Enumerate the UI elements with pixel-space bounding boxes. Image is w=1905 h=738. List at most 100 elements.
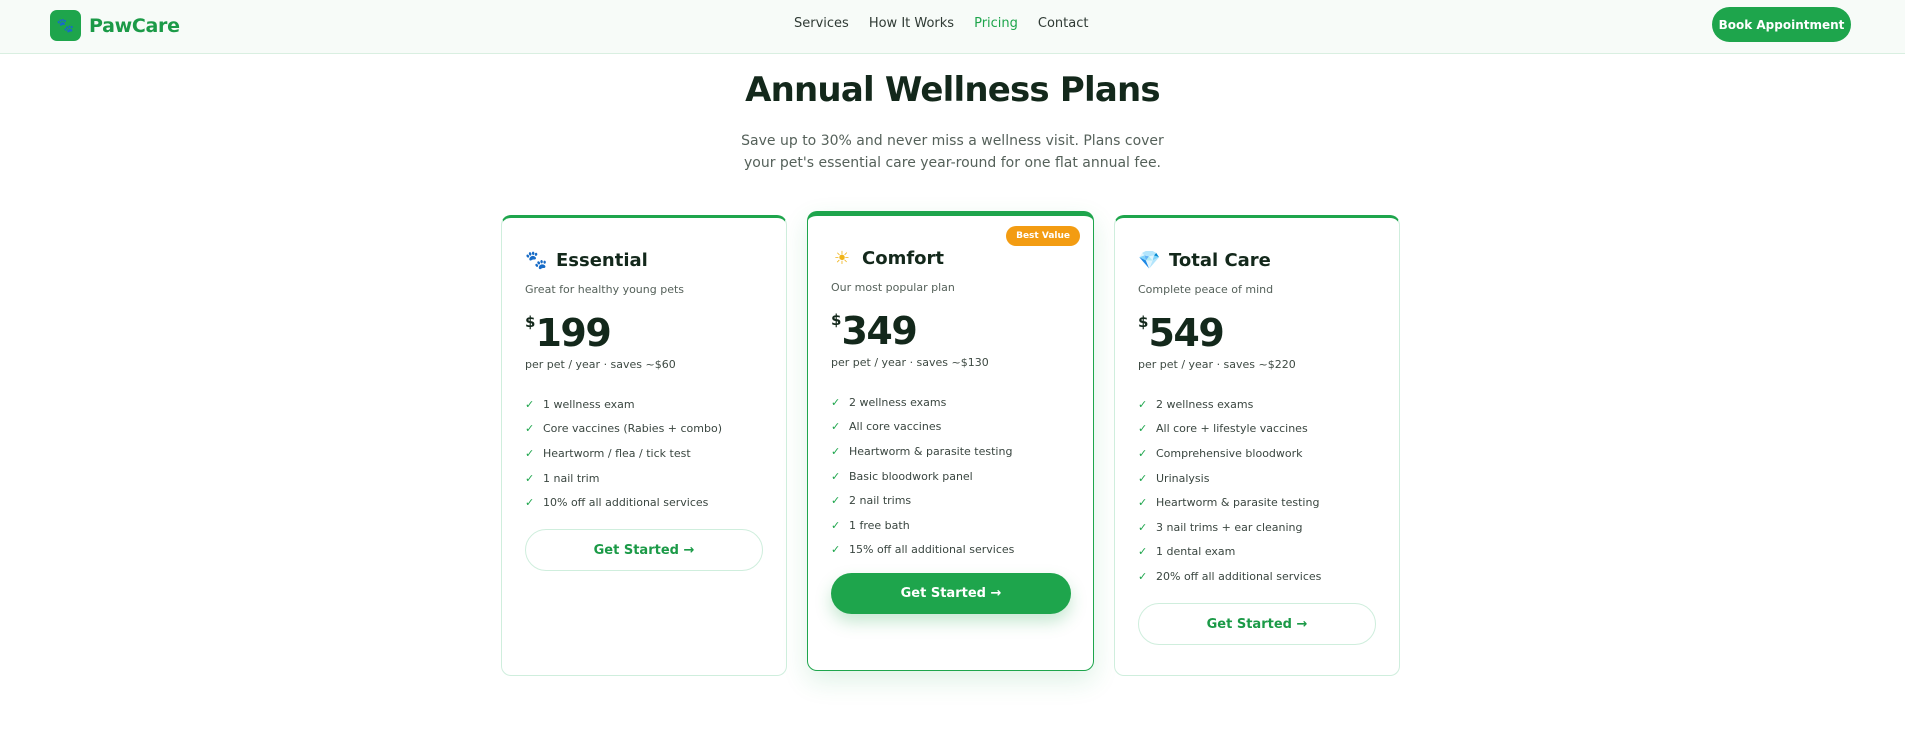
feature-item: ✓ Urinalysis xyxy=(1138,466,1321,491)
check-icon: ✓ xyxy=(831,395,841,409)
plan-header: ☀ Comfort xyxy=(831,248,944,269)
feature-item: ✓ Basic bloodwork panel xyxy=(831,464,1014,489)
plan-card-total-care: 💎 Total Care Complete peace of mind $ 54… xyxy=(1114,215,1400,676)
feature-text: All core vaccines xyxy=(849,420,942,434)
site-header: 🐾 PawCare Services How It Works Pricing … xyxy=(0,0,1905,54)
feature-item: ✓ 3 nail trims + ear cleaning xyxy=(1138,515,1321,540)
plan-tagline: Our most popular plan xyxy=(831,281,955,294)
nav-item-contact[interactable]: Contact xyxy=(1038,16,1089,31)
main-nav: Services How It Works Pricing Contact xyxy=(794,16,1108,31)
price-note: per pet / year · saves ~$130 xyxy=(831,356,989,369)
gem-icon: 💎 xyxy=(1138,250,1161,271)
feature-item: ✓ 2 wellness exams xyxy=(1138,392,1321,417)
feature-text: 2 wellness exams xyxy=(849,395,947,409)
check-icon: ✓ xyxy=(1138,471,1148,485)
feature-text: Heartworm / flea / tick test xyxy=(543,446,691,460)
feature-text: 1 dental exam xyxy=(1156,545,1236,559)
feature-list: ✓ 1 wellness exam ✓ Core vaccines (Rabies … xyxy=(525,392,722,515)
price-amount: 199 xyxy=(535,311,611,355)
feature-item: ✓ Comprehensive bloodwork xyxy=(1138,441,1321,466)
check-icon: ✓ xyxy=(525,496,535,510)
check-icon: ✓ xyxy=(525,422,535,436)
logo-text: PawCare xyxy=(89,14,180,37)
check-icon: ✓ xyxy=(831,444,841,458)
feature-text: All core + lifestyle vaccines xyxy=(1156,422,1308,436)
feature-text: 1 free bath xyxy=(849,518,910,532)
check-icon: ✓ xyxy=(831,494,841,508)
book-appointment-button[interactable]: Book Appointment xyxy=(1712,7,1851,42)
feature-list: ✓ 2 wellness exams ✓ All core + lifestyle … xyxy=(1138,392,1321,589)
feature-text: Comprehensive bloodwork xyxy=(1156,446,1303,460)
page-subtitle: Save up to 30% and never miss a wellness… xyxy=(741,133,1164,171)
plan-name: Essential xyxy=(556,250,648,271)
feature-text: Heartworm & parasite testing xyxy=(1156,496,1320,510)
feature-text: Heartworm & parasite testing xyxy=(849,444,1013,458)
get-started-button-total-care[interactable]: Get Started → xyxy=(1138,603,1376,645)
feature-item: ✓ 20% off all additional services xyxy=(1138,564,1321,589)
feature-item: ✓ 1 dental exam xyxy=(1138,540,1321,565)
check-icon: ✓ xyxy=(1138,520,1148,534)
plan-tagline: Complete peace of mind xyxy=(1138,283,1274,296)
feature-text: 15% off all additional services xyxy=(849,543,1015,557)
check-icon: ✓ xyxy=(525,397,535,411)
feature-text: 2 wellness exams xyxy=(1156,397,1254,411)
feature-text: 1 nail trim xyxy=(543,471,600,485)
feature-text: Core vaccines (Rabies + combo) xyxy=(543,422,723,436)
check-icon: ✓ xyxy=(831,469,841,483)
check-icon: ✓ xyxy=(525,446,535,460)
logo[interactable]: 🐾 PawCare xyxy=(50,10,180,41)
feature-item: ✓ 10% off all additional services xyxy=(525,490,722,515)
feature-item: ✓ Core vaccines (Rabies + combo) xyxy=(525,417,722,442)
feature-list: ✓ 2 wellness exams ✓ All core vaccines ✓ He… xyxy=(831,390,1014,562)
price-amount: 549 xyxy=(1148,311,1224,355)
paw-icon: 🐾 xyxy=(525,250,548,271)
plan-price: $ 199 xyxy=(525,311,612,355)
plan-tagline: Great for healthy young pets xyxy=(525,283,685,296)
feature-item: ✓ Heartworm & parasite testing xyxy=(1138,490,1321,515)
plan-card-comfort: Best Value ☀ Comfort Our most popular pl… xyxy=(807,211,1094,671)
check-icon: ✓ xyxy=(1138,545,1148,559)
paw-icon: 🐾 xyxy=(50,10,81,41)
nav-item-pricing[interactable]: Pricing xyxy=(974,16,1018,31)
feature-item: ✓ 15% off all additional services xyxy=(831,538,1014,563)
feature-text: 10% off all additional services xyxy=(543,496,709,510)
get-started-button-comfort[interactable]: Get Started → xyxy=(831,573,1071,614)
feature-item: ✓ 2 nail trims xyxy=(831,488,1014,513)
plan-name: Total Care xyxy=(1169,250,1271,271)
feature-item: ✓ All core vaccines xyxy=(831,415,1014,440)
price-currency: $ xyxy=(831,311,842,329)
plan-name: Comfort xyxy=(862,248,945,269)
check-icon: ✓ xyxy=(525,471,535,485)
feature-text: Basic bloodwork panel xyxy=(849,469,973,483)
price-currency: $ xyxy=(1138,313,1149,331)
plan-card-essential: 🐾 Essential Great for healthy young pets… xyxy=(501,215,787,676)
feature-item: ✓ Heartworm / flea / tick test xyxy=(525,441,722,466)
feature-item: ✓ 1 nail trim xyxy=(525,466,722,491)
nav-item-services[interactable]: Services xyxy=(794,16,849,31)
check-icon: ✓ xyxy=(1138,446,1148,460)
plan-header: 💎 Total Care xyxy=(1138,250,1271,271)
check-icon: ✓ xyxy=(1138,422,1148,436)
best-value-badge: Best Value xyxy=(1006,226,1080,246)
price-note: per pet / year · saves ~$220 xyxy=(1138,358,1296,371)
sun-icon: ☀ xyxy=(833,248,851,269)
price-amount: 349 xyxy=(841,309,917,353)
feature-item: ✓ All core + lifestyle vaccines xyxy=(1138,417,1321,442)
page-title: Annual Wellness Plans xyxy=(745,70,1161,110)
check-icon: ✓ xyxy=(1138,569,1148,583)
feature-text: 3 nail trims + ear cleaning xyxy=(1156,520,1303,534)
price-currency: $ xyxy=(525,313,536,331)
feature-text: 1 wellness exam xyxy=(543,397,635,411)
nav-item-how-it-works[interactable]: How It Works xyxy=(869,16,954,31)
check-icon: ✓ xyxy=(1138,496,1148,510)
plan-price: $ 549 xyxy=(1138,311,1225,355)
feature-text: 2 nail trims xyxy=(849,494,912,508)
check-icon: ✓ xyxy=(831,518,841,532)
price-note: per pet / year · saves ~$60 xyxy=(525,358,676,371)
feature-item: ✓ 1 free bath xyxy=(831,513,1014,538)
get-started-button-essential[interactable]: Get Started → xyxy=(525,529,763,571)
feature-text: 20% off all additional services xyxy=(1156,569,1322,583)
feature-item: ✓ Heartworm & parasite testing xyxy=(831,439,1014,464)
feature-item: ✓ 2 wellness exams xyxy=(831,390,1014,415)
feature-item: ✓ 1 wellness exam xyxy=(525,392,722,417)
